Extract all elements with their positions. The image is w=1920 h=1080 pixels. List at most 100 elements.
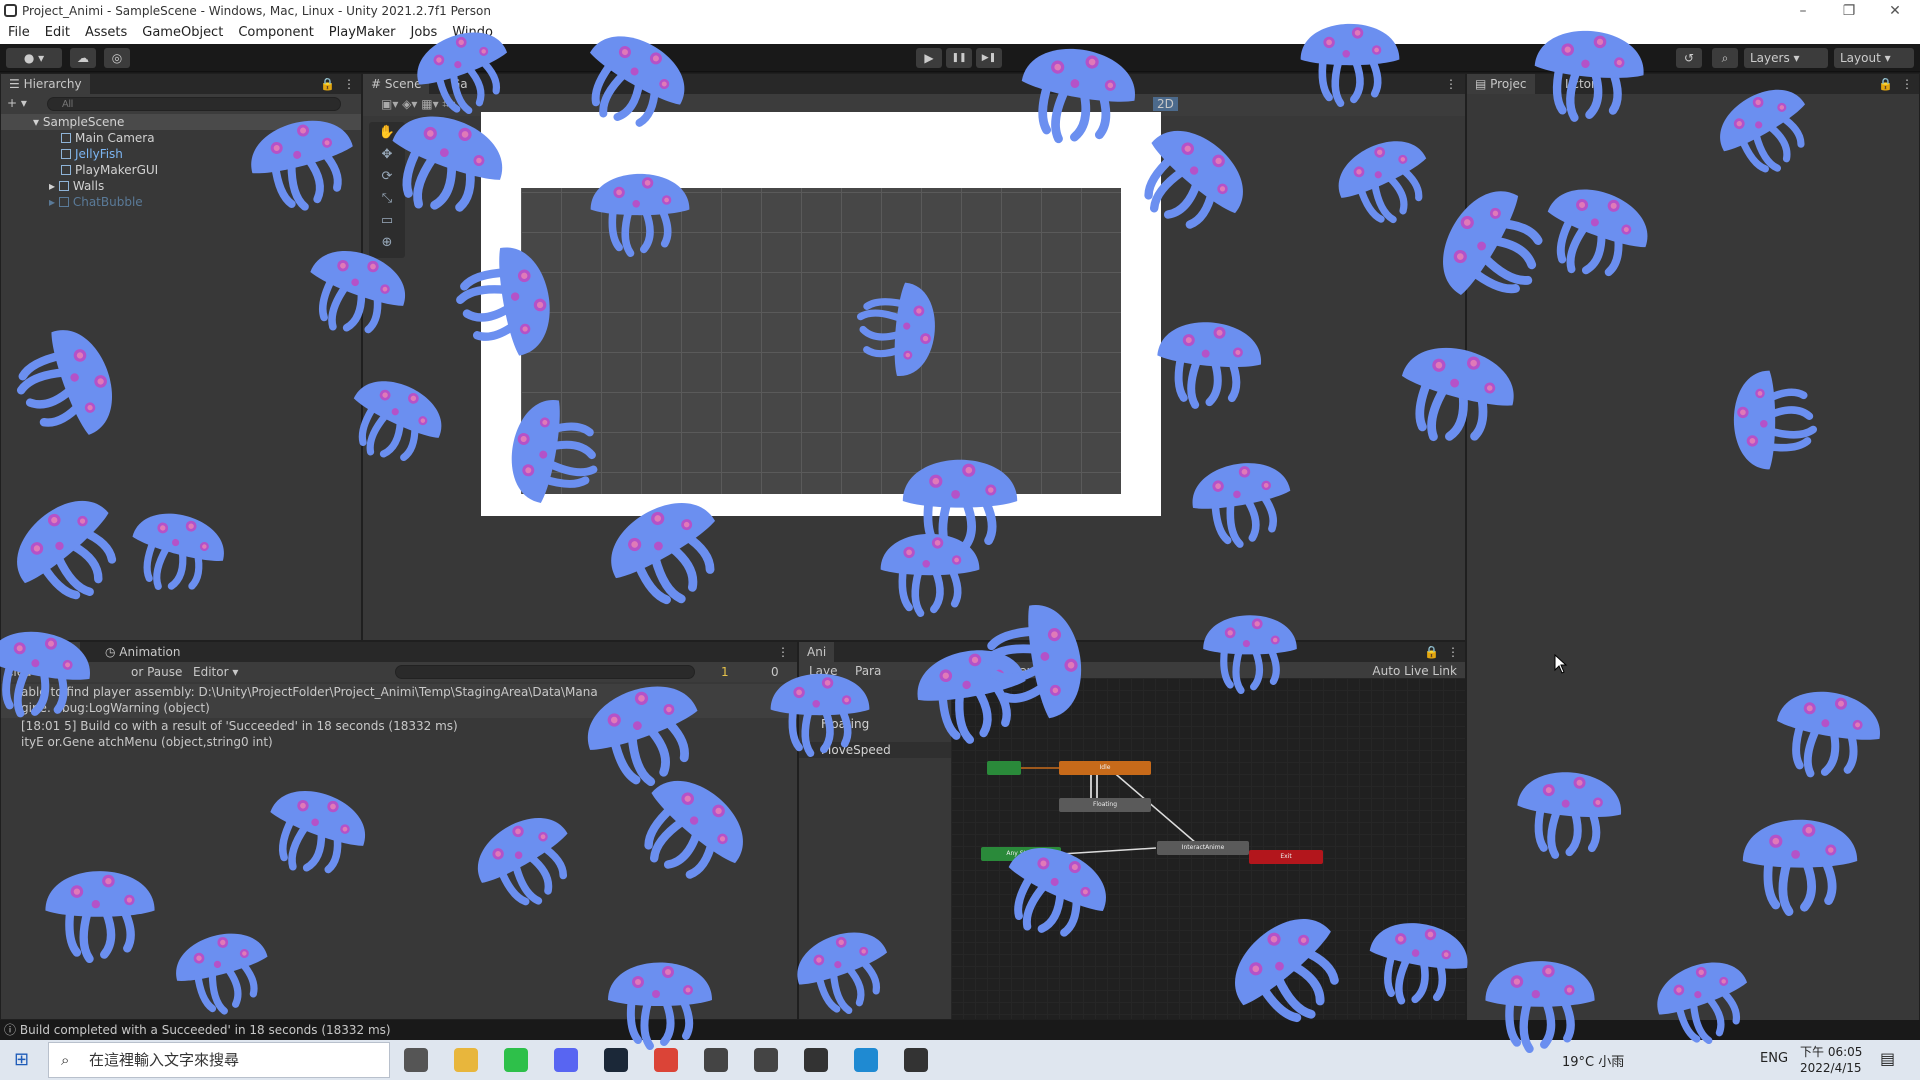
- steam-icon[interactable]: [604, 1048, 628, 1072]
- unity-editor-icon[interactable]: [904, 1048, 928, 1072]
- maximize-button[interactable]: ❐: [1826, 0, 1872, 22]
- unity-hub-icon[interactable]: [704, 1048, 728, 1072]
- error-count[interactable]: 0: [771, 662, 779, 682]
- pause-button[interactable]: ❚❚: [946, 48, 972, 68]
- item-label: Walls: [73, 179, 104, 193]
- entry-line: able to find player assembly: D:\Unity\P…: [21, 684, 797, 700]
- state-idle[interactable]: Idle: [1059, 761, 1151, 775]
- unity-editor-icon[interactable]: [754, 1048, 778, 1072]
- scene-name: SampleScene: [43, 115, 125, 129]
- lock-icon[interactable]: 🔒: [320, 74, 335, 94]
- menu-edit[interactable]: Edit: [45, 25, 70, 40]
- history-button[interactable]: ↺: [1676, 48, 1702, 68]
- parameter-item[interactable]: etAnim: [799, 690, 951, 706]
- scene-viewport[interactable]: [481, 112, 1161, 516]
- notification-icon[interactable]: ▤: [1880, 1049, 1895, 1068]
- state-floating[interactable]: Floating: [1059, 798, 1151, 812]
- item-label: PlayMakerGUI: [75, 163, 158, 177]
- kebab-icon[interactable]: ⋮: [343, 74, 355, 94]
- scene-row[interactable]: ▾ SampleScene: [1, 114, 361, 130]
- tab-hierarchy[interactable]: ☰ Hierarchy: [1, 74, 90, 94]
- hierarchy-item-chatbubble[interactable]: ▸ ChatBubble: [1, 194, 361, 210]
- cloud-button[interactable]: ☁: [70, 48, 96, 68]
- tab-project[interactable]: ▤ Projec: [1467, 74, 1535, 94]
- clear-button[interactable]: Clea: [5, 662, 31, 682]
- layers-dropdown[interactable]: Layers ▾: [1744, 48, 1828, 68]
- windows-icon[interactable]: ⊞: [14, 1049, 29, 1070]
- console-tab-label: Console: [24, 645, 72, 659]
- animator-graph[interactable]: Idle Floating InteractAnime Any State Ex…: [951, 678, 1465, 1019]
- console-search-input[interactable]: [395, 665, 695, 679]
- lock-icon[interactable]: 🔒: [1424, 642, 1439, 662]
- parameter-item[interactable]: MoveSpeed: [799, 742, 951, 758]
- close-button[interactable]: ✕: [1872, 0, 1918, 22]
- entry-line: gine. ebug:LogWarning (object): [21, 700, 797, 716]
- menu-playmaker[interactable]: PlayMaker: [329, 25, 396, 40]
- editor-dropdown[interactable]: Editor ▾: [193, 662, 238, 682]
- minimize-button[interactable]: –: [1780, 0, 1826, 22]
- tab-game[interactable]: Ga: [443, 74, 476, 94]
- inspector-panel: ▤ Projec I ctor 🔒 ⋮: [1466, 73, 1920, 1023]
- chrome-icon[interactable]: [654, 1048, 678, 1072]
- parameter-item[interactable]: Floating: [799, 716, 951, 732]
- play-button[interactable]: ▶: [916, 48, 942, 68]
- input-language[interactable]: ENG: [1760, 1051, 1788, 1066]
- gameobject-icon: [61, 133, 71, 143]
- kebab-icon[interactable]: ⋮: [1445, 74, 1457, 94]
- collab-button[interactable]: ◎: [104, 48, 130, 68]
- account-button[interactable]: ● ▾: [6, 48, 62, 68]
- step-button[interactable]: ▶❚: [976, 48, 1002, 68]
- tab-animator[interactable]: Ani: [799, 642, 834, 662]
- weather[interactable]: 19°C 小雨: [1562, 1051, 1624, 1070]
- menu-file[interactable]: File: [8, 25, 30, 40]
- tools-overlay[interactable]: ✋✥⟳⤡▭⊕: [369, 122, 405, 258]
- hierarchy-item-playmakergui[interactable]: PlayMakerGUI: [1, 162, 361, 178]
- error-pause-toggle[interactable]: or Pause: [131, 662, 182, 682]
- kebab-icon[interactable]: ⋮: [777, 642, 789, 662]
- menu-component[interactable]: Component: [238, 25, 313, 40]
- console-entry-warning[interactable]: able to find player assembly: D:\Unity\P…: [1, 684, 797, 718]
- hierarchy-item-walls[interactable]: ▸ Walls: [1, 178, 361, 194]
- search-button[interactable]: ⌕: [1712, 48, 1738, 68]
- parameter-list: etAnim Floating MoveSpeed: [799, 680, 951, 1019]
- explorer-icon[interactable]: [454, 1048, 478, 1072]
- taskbar-search[interactable]: ⌕在這裡輸入文字來搜尋: [48, 1042, 390, 1078]
- shading-dropdown[interactable]: ▣▾ ◈▾ ▦▾ ⌗▾: [381, 97, 455, 112]
- twitch-icon[interactable]: [804, 1048, 828, 1072]
- state-interact[interactable]: InteractAnime: [1157, 841, 1249, 855]
- warning-count[interactable]: 1: [721, 662, 729, 682]
- console-entry-log[interactable]: [18:01 5] Build co with a result of 'Suc…: [1, 718, 797, 752]
- add-button[interactable]: + ▾: [7, 96, 27, 110]
- gameobject-icon: [61, 165, 71, 175]
- kebab-icon[interactable]: ⋮: [1901, 74, 1913, 94]
- vscode-icon[interactable]: [854, 1048, 878, 1072]
- tab-console[interactable]: ▤ Console: [1, 642, 80, 662]
- animator-tab-label: Ani: [807, 645, 826, 659]
- line-icon[interactable]: [504, 1048, 528, 1072]
- lock-icon[interactable]: 🔒: [1878, 74, 1893, 94]
- clock-date[interactable]: 2022/4/15: [1800, 1061, 1862, 1075]
- taskview-icon[interactable]: [404, 1048, 428, 1072]
- hierarchy-item-main-camera[interactable]: Main Camera: [1, 130, 361, 146]
- menu-assets[interactable]: Assets: [85, 25, 127, 40]
- tab-layers[interactable]: Laye: [809, 662, 838, 680]
- tab-inspector[interactable]: I ctor: [1557, 74, 1604, 94]
- menu-window[interactable]: Windo: [452, 25, 493, 40]
- layout-dropdown[interactable]: Layout ▾: [1834, 48, 1914, 68]
- discord-icon[interactable]: [554, 1048, 578, 1072]
- walls-frame: [481, 112, 1161, 516]
- entry-line: [18:01 5] Build co with a result of 'Suc…: [21, 718, 797, 734]
- menu-gameobject[interactable]: GameObject: [142, 25, 223, 40]
- menu-jobs[interactable]: Jobs: [411, 25, 438, 40]
- state-entry[interactable]: [987, 761, 1021, 775]
- clock-time[interactable]: 下午 06:05: [1800, 1043, 1862, 1060]
- state-any[interactable]: Any State: [981, 847, 1061, 861]
- tab-scene[interactable]: # Scene: [363, 74, 429, 94]
- 2d-toggle[interactable]: 2D: [1153, 97, 1178, 111]
- hierarchy-search-input[interactable]: [47, 97, 341, 111]
- tab-parameters[interactable]: Para: [855, 662, 881, 680]
- state-exit[interactable]: Exit: [1249, 850, 1323, 864]
- hierarchy-item-jellyfish[interactable]: JellyFish: [1, 146, 361, 162]
- kebab-icon[interactable]: ⋮: [1447, 642, 1459, 662]
- tab-animation[interactable]: ◷ Animation: [97, 642, 188, 662]
